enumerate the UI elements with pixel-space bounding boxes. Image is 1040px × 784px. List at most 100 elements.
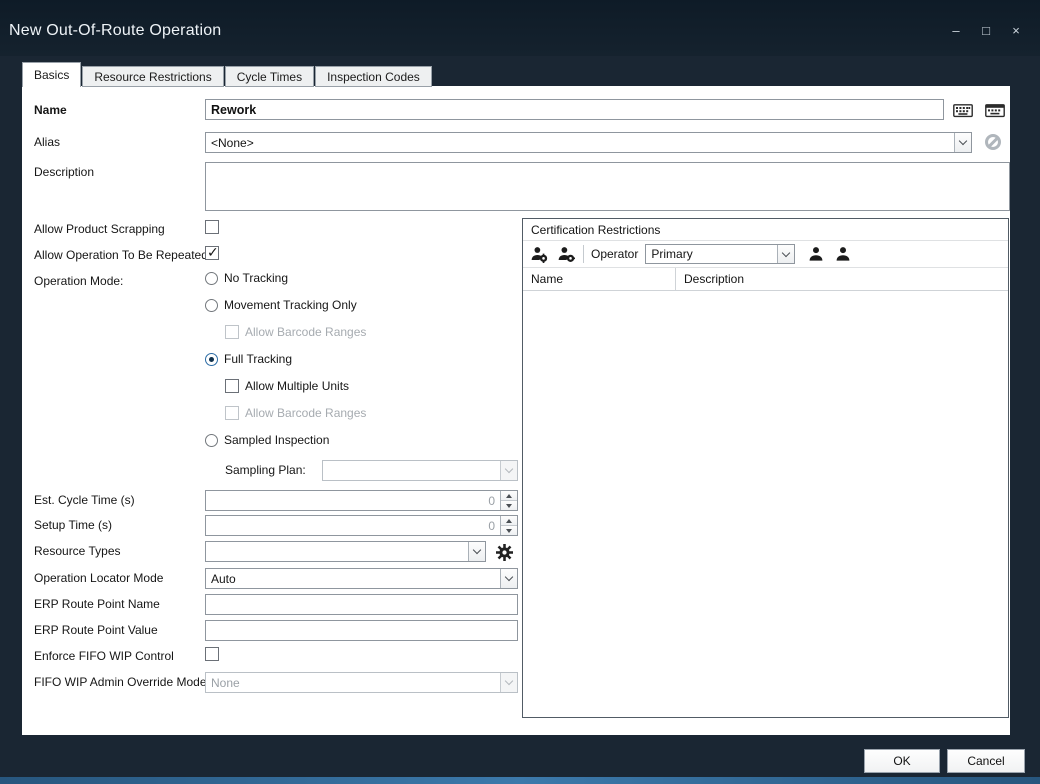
allow-product-scrapping-checkbox[interactable] [205,220,219,234]
operation-locator-mode-dropdown-button[interactable] [500,569,517,588]
spin-up-button[interactable] [501,516,517,525]
maximize-button[interactable]: □ [976,22,996,40]
resource-types-dropdown-value [206,542,468,561]
clear-alias-disabled-icon [985,134,1001,150]
person-icon [835,246,851,262]
full-tracking-option[interactable]: Full Tracking [205,352,292,366]
no-tracking-radio[interactable] [205,272,218,285]
column-header-description[interactable]: Description [676,268,1008,290]
sampling-plan-label: Sampling Plan: [225,463,306,477]
allow-product-scrapping-label: Allow Product Scrapping [34,222,165,236]
operator-dropdown-button[interactable] [777,245,794,263]
erp-route-point-name-input[interactable] [205,594,518,615]
person-icon [808,246,824,262]
allow-operation-repeated-label: Allow Operation To Be Repeated [34,248,208,262]
allow-barcode-ranges-option-1: Allow Barcode Ranges [225,325,366,339]
spin-down-button[interactable] [501,500,517,510]
resource-types-dropdown-button[interactable] [468,542,485,561]
est-cycle-time-spinner[interactable]: 0 [205,490,518,511]
no-tracking-option[interactable]: No Tracking [205,271,288,285]
setup-time-label: Setup Time (s) [34,518,112,532]
chevron-down-icon [505,677,513,685]
certification-grid-body [523,291,1008,717]
allow-operation-repeated-checkbox[interactable] [205,246,219,260]
keyboard-icon[interactable] [951,99,975,121]
certification-restrictions-group: Certification Restrictions [522,218,1009,718]
close-button[interactable]: × [1006,22,1026,40]
column-header-name[interactable]: Name [523,268,676,290]
setup-time-spinner[interactable]: 0 [205,515,518,536]
movement-tracking-radio[interactable] [205,299,218,312]
sampled-inspection-radio[interactable] [205,434,218,447]
description-label: Description [34,165,94,179]
operation-locator-mode-label: Operation Locator Mode [34,571,163,585]
no-tracking-label: No Tracking [224,271,288,285]
ok-button[interactable]: OK [864,749,940,773]
certification-restrictions-title: Certification Restrictions [523,219,1008,241]
erp-route-point-value-input[interactable] [205,620,518,641]
remove-certification-button[interactable] [556,244,576,264]
chevron-down-icon [505,465,513,473]
allow-barcode-ranges-checkbox-1 [225,325,239,339]
resource-types-settings-button[interactable] [492,541,516,563]
full-tracking-label: Full Tracking [224,352,292,366]
resource-types-dropdown[interactable] [205,541,486,562]
cancel-button[interactable]: Cancel [947,749,1025,773]
fifo-admin-override-dropdown: None [205,672,518,693]
operator-dropdown-value: Primary [646,245,777,263]
enforce-fifo-checkbox[interactable] [205,647,219,661]
toolbar-separator [583,245,584,263]
person-gear-icon [531,246,548,263]
chevron-down-icon [505,573,513,581]
tab-strip: Basics Resource Restrictions Cycle Times… [22,62,433,87]
operation-locator-mode-dropdown[interactable]: Auto [205,568,518,589]
minimize-button[interactable]: – [946,22,966,40]
alias-dropdown-value: <None> [206,133,954,152]
arrow-up-icon [506,494,512,498]
arrow-down-icon [506,504,512,508]
erp-route-point-name-label: ERP Route Point Name [34,597,160,611]
operation-mode-label: Operation Mode: [34,274,123,288]
titlebar: New Out-Of-Route Operation – □ × [0,0,1040,56]
tab-basics[interactable]: Basics [22,62,81,87]
add-operator-button[interactable] [806,244,826,264]
window-bottom-accent [0,777,1040,784]
chevron-down-icon [782,248,790,256]
allow-multiple-units-label: Allow Multiple Units [245,379,349,393]
allow-multiple-units-checkbox[interactable] [225,379,239,393]
fifo-admin-override-value: None [206,673,500,692]
add-certification-button[interactable] [529,244,549,264]
allow-multiple-units-option[interactable]: Allow Multiple Units [225,379,349,393]
sampling-plan-dropdown-value [323,461,500,480]
spin-down-button[interactable] [501,525,517,535]
chevron-down-icon [473,546,481,554]
description-input[interactable] [205,162,1010,211]
keyboard-icon-glyph [953,102,973,119]
fifo-admin-override-label: FIFO WIP Admin Override Mode [34,675,207,689]
erp-route-point-value-label: ERP Route Point Value [34,623,158,637]
alias-dropdown[interactable]: <None> [205,132,972,153]
arrow-down-icon [506,529,512,533]
enforce-fifo-label: Enforce FIFO WIP Control [34,649,174,663]
sampled-inspection-option[interactable]: Sampled Inspection [205,433,329,447]
tab-inspection-codes[interactable]: Inspection Codes [315,66,432,87]
resource-types-label: Resource Types [34,544,121,558]
gear-icon [496,544,513,561]
certification-grid-header: Name Description [523,268,1008,291]
spin-up-button[interactable] [501,491,517,500]
remove-operator-button[interactable] [833,244,853,264]
sampling-plan-dropdown [322,460,518,481]
allow-barcode-ranges-label-1: Allow Barcode Ranges [245,325,366,339]
movement-tracking-option[interactable]: Movement Tracking Only [205,298,357,312]
full-tracking-radio[interactable] [205,353,218,366]
sampled-inspection-label: Sampled Inspection [224,433,329,447]
operator-dropdown[interactable]: Primary [645,244,795,264]
keyboard-layout-icon[interactable] [983,99,1007,121]
alias-label: Alias [34,135,60,149]
arrow-up-icon [506,519,512,523]
tab-cycle-times[interactable]: Cycle Times [225,66,314,87]
alias-dropdown-button[interactable] [954,133,971,152]
name-input[interactable] [205,99,944,120]
window-title: New Out-Of-Route Operation [9,22,221,40]
tab-resource-restrictions[interactable]: Resource Restrictions [82,66,223,87]
